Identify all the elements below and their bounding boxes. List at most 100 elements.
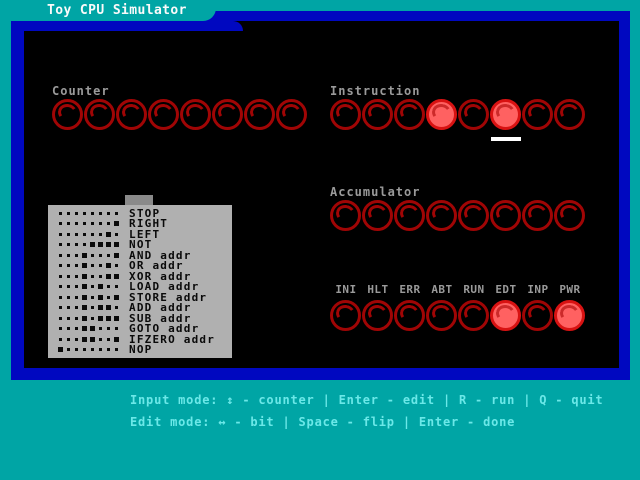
bit-clear-dot [104, 250, 112, 260]
led-off [458, 99, 489, 130]
bit-set-square [112, 250, 120, 260]
legend-bits [56, 250, 120, 260]
bit-clear-dot [56, 324, 64, 334]
legend-bits [56, 334, 120, 344]
bit-clear-dot [88, 219, 96, 229]
help-line-input-mode: Input mode: ↕ - counter | Enter - edit |… [130, 393, 603, 407]
bit-set-square [96, 313, 104, 323]
led-off [426, 200, 457, 231]
bit-clear-dot [104, 334, 112, 344]
bit-clear-dot [72, 240, 80, 250]
led-off [522, 300, 553, 331]
bit-clear-dot [104, 208, 112, 218]
bit-clear-dot [88, 345, 96, 355]
bit-set-square [112, 271, 120, 281]
bit-set-square [88, 240, 96, 250]
bit-clear-dot [80, 219, 88, 229]
led-lit [490, 99, 521, 130]
edit-cursor [491, 137, 521, 141]
led-off [394, 200, 425, 231]
bit-clear-dot [72, 261, 80, 271]
bit-clear-dot [80, 240, 88, 250]
bit-clear-dot [104, 324, 112, 334]
bit-clear-dot [96, 208, 104, 218]
bit-clear-dot [88, 250, 96, 260]
bit-clear-dot [88, 261, 96, 271]
status-label: INI [330, 283, 362, 296]
bit-clear-dot [112, 208, 120, 218]
counter-led-row [52, 99, 308, 130]
bit-set-square [96, 282, 104, 292]
legend-bits [56, 324, 120, 334]
bit-clear-dot [72, 313, 80, 323]
bit-clear-dot [88, 271, 96, 281]
bit-clear-dot [112, 229, 120, 239]
bit-clear-dot [72, 229, 80, 239]
bit-clear-dot [64, 261, 72, 271]
bit-clear-dot [72, 324, 80, 334]
led-off [362, 300, 393, 331]
bit-set-square [104, 313, 112, 323]
status-label: ERR [394, 283, 426, 296]
bit-set-square [80, 261, 88, 271]
legend-bits [56, 219, 120, 229]
bit-clear-dot [96, 250, 104, 260]
led-lit [426, 99, 457, 130]
title-tab-underline [11, 21, 243, 31]
bit-clear-dot [64, 282, 72, 292]
legend-bits [56, 261, 120, 271]
bit-set-square [104, 261, 112, 271]
bit-clear-dot [56, 282, 64, 292]
bit-clear-dot [112, 261, 120, 271]
bit-clear-dot [64, 292, 72, 302]
bit-clear-dot [64, 219, 72, 229]
led-off [522, 99, 553, 130]
bit-clear-dot [88, 313, 96, 323]
legend-tab [125, 195, 153, 205]
bit-clear-dot [112, 324, 120, 334]
bit-set-square [112, 334, 120, 344]
led-lit [554, 300, 585, 331]
bit-set-square [96, 240, 104, 250]
bit-clear-dot [88, 282, 96, 292]
bit-set-square [112, 292, 120, 302]
bit-clear-dot [64, 334, 72, 344]
led-off [490, 200, 521, 231]
bit-clear-dot [96, 324, 104, 334]
led-off [394, 99, 425, 130]
led-off [116, 99, 147, 130]
bit-set-square [112, 219, 120, 229]
bit-clear-dot [56, 240, 64, 250]
bit-clear-dot [64, 324, 72, 334]
bit-clear-dot [72, 208, 80, 218]
legend-bits [56, 229, 120, 239]
led-off [330, 300, 361, 331]
bit-set-square [80, 303, 88, 313]
bit-clear-dot [56, 261, 64, 271]
led-off [276, 99, 307, 130]
terminal-screen[interactable]: Counter Instruction Accumulator INIHLTER… [24, 21, 619, 368]
bit-clear-dot [72, 271, 80, 281]
bit-clear-dot [56, 229, 64, 239]
bit-set-square [112, 313, 120, 323]
status-label-row: INIHLTERRABTRUNEDTINPPWR [330, 283, 586, 296]
bit-set-square [104, 271, 112, 281]
bit-set-square [80, 292, 88, 302]
bit-clear-dot [56, 250, 64, 260]
counter-section-label: Counter [52, 84, 110, 98]
bit-set-square [104, 229, 112, 239]
legend-box: STOPRIGHTLEFTNOTAND addrOR addrXOR addrL… [48, 205, 232, 358]
bit-clear-dot [112, 282, 120, 292]
bit-set-square [80, 250, 88, 260]
legend-bits [56, 313, 120, 323]
led-off [244, 99, 275, 130]
bit-clear-dot [72, 345, 80, 355]
instruction-section-label: Instruction [330, 84, 420, 98]
status-label: EDT [490, 283, 522, 296]
bit-clear-dot [72, 292, 80, 302]
bit-clear-dot [112, 345, 120, 355]
bit-set-square [80, 282, 88, 292]
bit-set-square [80, 324, 88, 334]
help-line-edit-mode: Edit mode: ↔ - bit | Space - flip | Ente… [130, 415, 515, 429]
app-frame: Counter Instruction Accumulator INIHLTER… [11, 11, 630, 380]
